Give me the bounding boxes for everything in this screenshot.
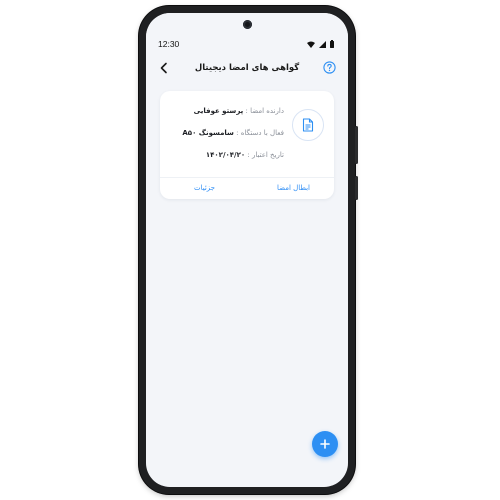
plus-icon xyxy=(320,439,330,449)
signal-icon xyxy=(319,40,326,48)
status-bar xyxy=(146,13,348,39)
add-certificate-button[interactable] xyxy=(312,431,338,457)
page-title: گواهی های امضا دیجیتال xyxy=(194,63,300,73)
phone-frame: 12:30 گواهی های امضا دیجیتال دارنده امضا… xyxy=(139,6,358,494)
volume-button xyxy=(355,176,358,200)
question-circle-icon[interactable] xyxy=(323,61,336,74)
device-row: فعال با دستگاه : سامسونگ A۵۰ xyxy=(182,129,284,137)
device-label: فعال با دستگاه : xyxy=(236,129,284,137)
screen: 12:30 گواهی های امضا دیجیتال دارنده امضا… xyxy=(146,13,348,487)
holder-value: پرستو عوفایی xyxy=(193,107,244,115)
certificate-icon-badge xyxy=(292,109,324,141)
device-value: سامسونگ A۵۰ xyxy=(182,129,234,137)
front-camera xyxy=(242,20,252,29)
status-icons xyxy=(307,40,334,48)
status-time: 12:30 xyxy=(158,39,180,49)
wifi-icon xyxy=(307,41,315,48)
holder-row: دارنده امضا : پرستو عوفایی xyxy=(194,107,284,115)
certificate-card: دارنده امضا : پرستو عوفایی فعال با دستگا… xyxy=(160,91,334,199)
power-button xyxy=(355,126,358,164)
expiry-label: تاریخ اعتبار : xyxy=(247,151,284,159)
card-divider xyxy=(160,177,334,178)
document-icon xyxy=(302,118,314,132)
holder-label: دارنده امضا : xyxy=(245,107,284,115)
battery-icon xyxy=(330,40,334,48)
app-bar: گواهی های امضا دیجیتال xyxy=(146,57,348,79)
details-button[interactable]: جزئیات xyxy=(194,184,215,192)
revoke-signature-button[interactable]: ابطال امضا xyxy=(277,184,310,192)
expiry-row: تاریخ اعتبار : ۱۴۰۲/۰۴/۲۰ xyxy=(206,151,284,159)
expiry-value: ۱۴۰۲/۰۴/۲۰ xyxy=(205,151,246,159)
